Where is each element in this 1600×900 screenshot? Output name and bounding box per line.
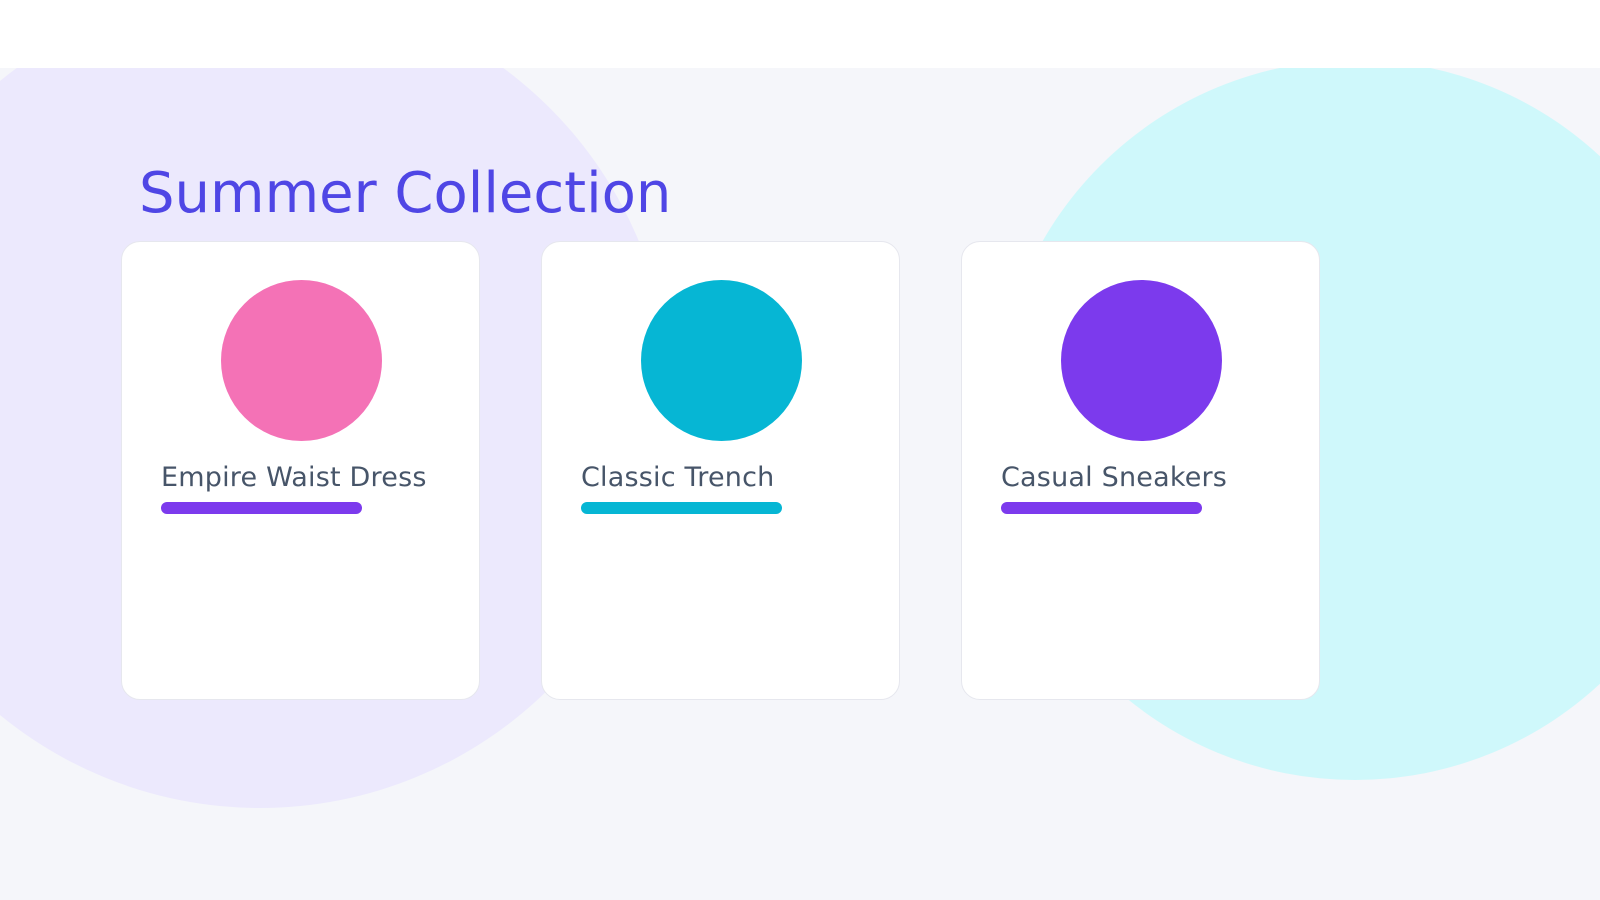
top-bar <box>0 0 1600 68</box>
product-card-1[interactable]: Empire Waist Dress <box>121 241 480 700</box>
product-swatch <box>1061 280 1222 441</box>
product-name: Classic Trench <box>581 462 775 493</box>
product-accent-bar <box>581 502 782 514</box>
product-card-3[interactable]: Casual Sneakers <box>961 241 1320 700</box>
product-card-2[interactable]: Classic Trench <box>541 241 900 700</box>
product-swatch <box>221 280 382 441</box>
product-swatch <box>641 280 802 441</box>
product-name: Empire Waist Dress <box>161 462 427 493</box>
product-accent-bar <box>1001 502 1202 514</box>
page-title: Summer Collection <box>139 161 672 226</box>
product-accent-bar <box>161 502 362 514</box>
product-name: Casual Sneakers <box>1001 462 1228 493</box>
